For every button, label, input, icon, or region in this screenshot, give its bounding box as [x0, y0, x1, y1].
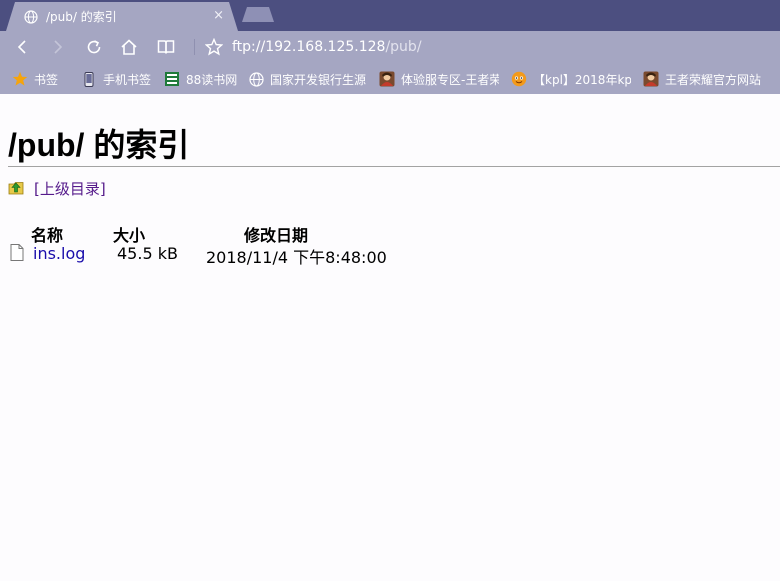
tab-close-icon[interactable]: × [213, 8, 224, 23]
navigation-toolbar: ftp://192.168.125.128/pub/ [0, 31, 780, 64]
book-icon [164, 71, 180, 87]
bookmarks-bar: 书签 手机书签 88读书网 国家开发银行生源 体验服专区-王者荣 【kpl】20… [0, 64, 780, 94]
mascot-icon [511, 71, 527, 87]
book-open-icon [157, 40, 175, 54]
globe-icon [24, 9, 38, 24]
back-button[interactable] [12, 37, 32, 57]
bookmark-label: 书签 [34, 72, 59, 87]
home-button[interactable] [119, 37, 139, 57]
bookmark-star-button[interactable] [204, 37, 224, 57]
bookmark-item-mobile[interactable]: 手机书签 [81, 69, 159, 89]
folder-up-icon[interactable] [8, 179, 24, 199]
star-outline-icon [205, 38, 223, 56]
back-arrow-icon [17, 40, 26, 54]
bookmark-item-cdb[interactable]: 国家开发银行生源 [248, 69, 368, 89]
bookmark-item-bookmarks[interactable]: 书签 [12, 69, 72, 89]
bookmark-item-pvp[interactable]: 王者荣耀官方网站 [643, 69, 768, 89]
page-content: /pub/ 的索引 [上级目录] 名称 大小 修改日期 ins.log 45.5… [0, 94, 780, 581]
bookmark-label: 手机书签 [103, 72, 152, 87]
page-title: /pub/ 的索引 [8, 127, 190, 163]
bookmark-item-kpl[interactable]: 【kpl】2018年kp [511, 69, 631, 89]
bookmark-label: 【kpl】2018年kp [533, 72, 631, 87]
toolbar-divider [194, 39, 195, 55]
bookmark-item-88dushu[interactable]: 88读书网 [164, 69, 240, 89]
file-size: 45.5 kB [117, 244, 178, 263]
globe-icon [248, 71, 264, 87]
column-header-size[interactable]: 大小 [113, 222, 145, 246]
parent-directory-link[interactable]: [上级目录] [34, 178, 106, 199]
browser-tab[interactable]: /pub/ 的索引 × [6, 2, 238, 31]
game-avatar-icon [643, 71, 659, 87]
star-icon [12, 71, 28, 87]
new-tab-button[interactable] [242, 7, 274, 22]
tab-title: /pub/ 的索引 [46, 10, 117, 24]
forward-button[interactable] [48, 37, 68, 57]
column-header-modified[interactable]: 修改日期 [244, 222, 308, 246]
home-icon [121, 39, 137, 55]
bookmark-label: 88读书网 [186, 72, 238, 87]
column-header-name[interactable]: 名称 [31, 222, 63, 246]
game-avatar-icon [379, 71, 395, 87]
file-icon [10, 244, 24, 265]
file-name-link[interactable]: ins.log [33, 244, 85, 263]
bookmark-item-experience[interactable]: 体验服专区-王者荣 [379, 69, 499, 89]
bookmark-label: 体验服专区-王者荣 [401, 72, 499, 87]
address-bar[interactable]: ftp://192.168.125.128/pub/ [232, 39, 422, 55]
reader-button[interactable] [156, 37, 176, 57]
header-divider [8, 166, 780, 167]
bookmark-label: 国家开发银行生源 [270, 72, 367, 87]
address-path: /pub/ [385, 39, 422, 55]
phone-icon [81, 71, 97, 87]
forward-arrow-icon [54, 40, 63, 54]
parent-directory-row: [上级目录] [8, 178, 106, 199]
file-modified-date: 2018/11/4 下午8:48:00 [206, 248, 387, 267]
reload-button[interactable] [84, 37, 104, 57]
bookmark-label: 王者荣耀官方网站 [665, 72, 762, 87]
reload-icon [87, 40, 101, 54]
address-host: ftp://192.168.125.128 [232, 39, 386, 55]
tab-strip: /pub/ 的索引 × [0, 0, 780, 31]
